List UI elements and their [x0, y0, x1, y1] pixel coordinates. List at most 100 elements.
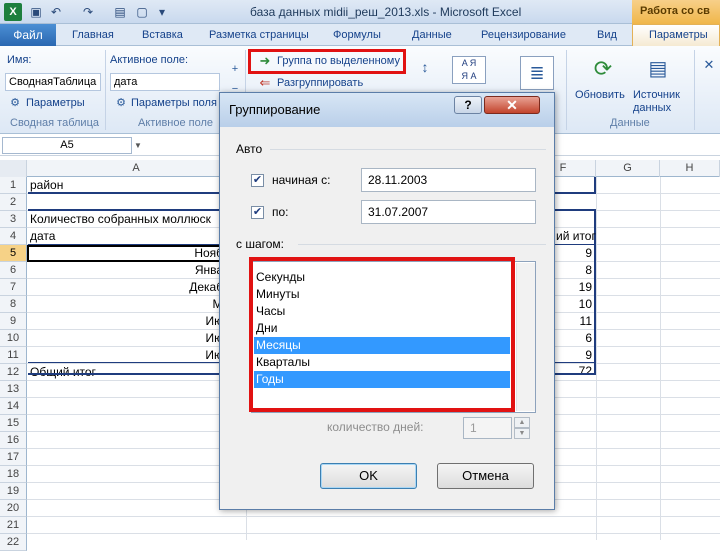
grouping-dialog: Группирование ? ✕ Авто ✔ начиная с: 28.1… — [219, 92, 555, 510]
row-header[interactable]: 10 — [0, 330, 27, 347]
cell-a4[interactable]: дата — [30, 228, 55, 245]
start-auto-checkbox[interactable]: ✔ — [251, 174, 264, 187]
pivot-border — [28, 373, 246, 375]
insert-slicer-icon[interactable]: ≣ — [520, 56, 554, 90]
tab-view[interactable]: Вид — [597, 27, 617, 45]
grid-column-line — [596, 177, 597, 540]
row-header[interactable]: 15 — [0, 415, 27, 432]
tab-review[interactable]: Рецензирование — [481, 27, 566, 45]
field-params-button[interactable]: Параметры поля — [131, 97, 217, 109]
row-header[interactable]: 3 — [0, 211, 27, 228]
pivot-border — [594, 177, 596, 194]
undo-icon[interactable]: ↶ — [48, 4, 64, 20]
tab-home[interactable]: Главная — [72, 27, 114, 45]
start-date-input[interactable]: 28.11.2003 — [361, 168, 536, 192]
column-header-g[interactable]: G — [596, 160, 660, 177]
excel-logo-icon[interactable]: X — [4, 3, 22, 21]
end-date-input[interactable]: 31.07.2007 — [361, 200, 536, 224]
ok-button[interactable]: OK — [320, 463, 417, 489]
row-header[interactable]: 19 — [0, 483, 27, 500]
settings-icon: ⚙ — [10, 97, 20, 109]
column-header-h[interactable]: H — [660, 160, 720, 177]
pivot-name-input[interactable]: СводнаяТаблица — [5, 73, 101, 91]
row-header[interactable]: 8 — [0, 296, 27, 313]
row-header[interactable]: 6 — [0, 262, 27, 279]
tab-insert[interactable]: Вставка — [142, 27, 183, 45]
section-divider — [298, 244, 546, 245]
close-button[interactable]: ✕ — [484, 96, 540, 114]
name-box-dropdown-icon[interactable]: ▼ — [134, 141, 142, 150]
change-source-icon[interactable]: ▤ — [645, 56, 671, 82]
row-header[interactable]: 21 — [0, 517, 27, 534]
row-header[interactable]: 1 — [0, 177, 27, 194]
row-header[interactable]: 16 — [0, 432, 27, 449]
pivot-params-button[interactable]: Параметры — [26, 97, 85, 109]
row-header[interactable]: 17 — [0, 449, 27, 466]
name-box[interactable]: A5 — [2, 137, 132, 154]
help-button[interactable]: ? — [454, 96, 482, 114]
cell-a3[interactable]: Количество собранных моллюск — [30, 211, 211, 228]
ribbon-separator — [694, 50, 695, 130]
pivot-value[interactable]: 6 — [556, 330, 592, 347]
change-source-line1[interactable]: Источник — [633, 89, 680, 101]
row-header[interactable]: 13 — [0, 381, 27, 398]
listbox-scrollbar[interactable] — [516, 263, 535, 411]
ribbon-separator — [105, 50, 106, 130]
sort-dialog-icon[interactable]: A ЯЯ A — [452, 56, 486, 84]
pivot-value[interactable]: 19 — [556, 279, 592, 296]
row-header[interactable]: 2 — [0, 194, 27, 211]
pivot-grand-total[interactable]: 72 — [556, 363, 592, 380]
ungroup-button[interactable]: Разгруппировать — [277, 77, 363, 89]
tab-formulas[interactable]: Формулы — [333, 27, 381, 45]
clear-icon[interactable]: ✕ — [700, 56, 718, 74]
row-header[interactable]: 9 — [0, 313, 27, 330]
row-header[interactable]: 22 — [0, 534, 27, 551]
change-source-line2[interactable]: данных — [633, 102, 671, 114]
by-step-label: с шагом: — [236, 237, 285, 251]
end-auto-checkbox[interactable]: ✔ — [251, 206, 264, 219]
form-icon[interactable]: ▤ — [112, 4, 128, 20]
row-header[interactable]: 20 — [0, 500, 27, 517]
spin-up-icon[interactable]: ▲ — [514, 417, 530, 428]
spin-down-icon[interactable]: ▼ — [514, 428, 530, 439]
row-header[interactable]: 11 — [0, 347, 27, 364]
days-count-input[interactable]: 1 — [463, 417, 512, 439]
tab-data[interactable]: Данные — [412, 27, 452, 45]
window-title: база данных midii_реш_2013.xls - Microso… — [250, 5, 522, 19]
cell-f4[interactable]: ий итог — [556, 228, 596, 245]
quick-access-more-icon[interactable]: ▾ — [154, 4, 170, 20]
active-field-input[interactable]: дата — [110, 73, 220, 91]
row-header[interactable]: 7 — [0, 279, 27, 296]
pivot-value[interactable]: 11 — [556, 313, 592, 330]
row-header[interactable]: 4 — [0, 228, 27, 245]
pivot-value[interactable]: 9 — [556, 245, 592, 262]
pivot-value[interactable]: 10 — [556, 296, 592, 313]
pivot-border — [28, 362, 246, 363]
context-tab-title: Работа со св — [632, 0, 720, 24]
grid-column-line — [660, 177, 661, 540]
save-icon[interactable]: ▣ — [28, 4, 44, 20]
sort-icon[interactable]: ↕ — [414, 58, 436, 82]
row-header[interactable]: 14 — [0, 398, 27, 415]
pivot-name-label: Имя: — [7, 54, 32, 66]
pivot-value[interactable]: 8 — [556, 262, 592, 279]
refresh-button[interactable]: Обновить — [575, 89, 625, 101]
row-header-selected[interactable]: 5 — [0, 245, 27, 262]
dialog-title: Группирование — [229, 102, 321, 117]
tab-pivot-options[interactable]: Параметры — [632, 24, 720, 46]
row-header[interactable]: 18 — [0, 466, 27, 483]
cancel-button[interactable]: Отмена — [437, 463, 534, 489]
select-all-corner[interactable] — [0, 160, 27, 177]
redo-icon[interactable]: ↷ — [80, 4, 96, 20]
group-label-data: Данные — [610, 117, 650, 129]
column-header-a[interactable]: A — [27, 160, 246, 177]
tab-file[interactable]: Файл — [0, 24, 56, 46]
new-document-icon[interactable]: ▢ — [134, 4, 150, 20]
listbox-highlight — [249, 257, 515, 412]
row-header[interactable]: 12 — [0, 364, 27, 381]
pivot-border — [28, 192, 246, 194]
refresh-icon[interactable]: ⟳ — [590, 56, 616, 82]
tab-page-layout[interactable]: Разметка страницы — [209, 27, 309, 45]
grid-line — [27, 533, 720, 534]
expand-field-icon[interactable]: + — [226, 60, 244, 78]
